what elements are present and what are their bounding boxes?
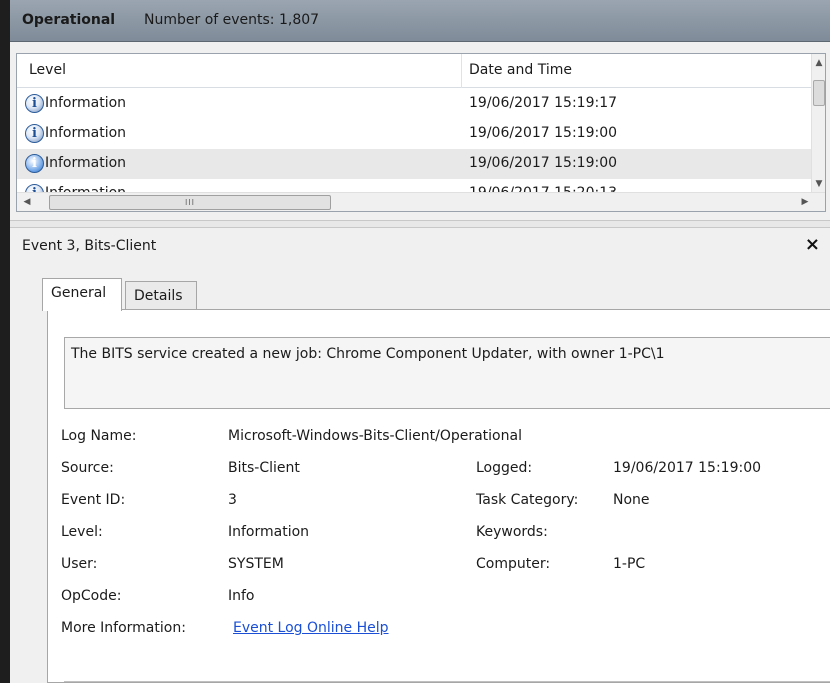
- column-header-date-time[interactable]: Date and Time: [469, 62, 572, 78]
- logged-value: 19/06/2017 15:19:00: [613, 460, 762, 476]
- table-row[interactable]: i Information 19/06/2017 15:19:17: [17, 89, 813, 119]
- source-label: Source:: [61, 460, 114, 476]
- event-id-label: Event ID:: [61, 492, 126, 508]
- list-column-header: Level Date and Time: [17, 54, 813, 88]
- log-header-bar: Operational Number of events: 1,807: [10, 0, 830, 42]
- user-value: SYSTEM: [228, 556, 284, 572]
- task-category-label: Task Category:: [476, 492, 579, 508]
- event-message[interactable]: The BITS service created a new job: Chro…: [64, 337, 830, 409]
- opcode-value: Info: [228, 588, 255, 604]
- computer-label: Computer:: [476, 556, 551, 572]
- log-name-value: Microsoft-Windows-Bits-Client/Operationa…: [228, 428, 522, 444]
- row-datetime: 19/06/2017 15:19:00: [469, 155, 618, 171]
- tab-general[interactable]: General: [42, 278, 122, 311]
- scroll-left-arrow-icon[interactable]: ◀: [19, 193, 35, 211]
- level-value: Information: [228, 524, 310, 540]
- table-row[interactable]: i Information 19/06/2017 15:19:00: [17, 119, 813, 149]
- table-row-selected[interactable]: i Information 19/06/2017 15:19:00: [17, 149, 813, 179]
- event-viewer-window: Operational Number of events: 1,807 Leve…: [10, 0, 830, 683]
- opcode-label: OpCode:: [61, 588, 122, 604]
- information-icon: i: [25, 154, 44, 173]
- pane-splitter[interactable]: [10, 220, 830, 228]
- row-level: Information: [45, 155, 127, 171]
- computer-value: 1-PC: [613, 556, 646, 572]
- task-category-value: None: [613, 492, 650, 508]
- scroll-down-arrow-icon[interactable]: ▼: [812, 175, 826, 193]
- event-count: Number of events: 1,807: [144, 12, 320, 28]
- vertical-scroll-thumb[interactable]: [813, 80, 825, 106]
- row-level: Information: [45, 125, 127, 141]
- event-rows: i Information 19/06/2017 15:19:17 i Info…: [17, 89, 813, 193]
- information-icon: i: [25, 124, 44, 143]
- event-properties: Log Name: Microsoft-Windows-Bits-Client/…: [61, 428, 821, 668]
- row-level: Information: [45, 95, 127, 111]
- more-information-label: More Information:: [61, 620, 186, 636]
- scroll-up-arrow-icon[interactable]: ▲: [812, 54, 826, 72]
- log-title: Operational: [22, 12, 116, 28]
- close-icon[interactable]: ×: [805, 234, 820, 255]
- panel-divider: [64, 681, 830, 682]
- logged-label: Logged:: [476, 460, 533, 476]
- vertical-scrollbar[interactable]: ▲ ▼: [811, 54, 825, 193]
- level-label: Level:: [61, 524, 103, 540]
- keywords-label: Keywords:: [476, 524, 548, 540]
- source-value: Bits-Client: [228, 460, 300, 476]
- general-tab-panel: The BITS service created a new job: Chro…: [47, 309, 830, 683]
- event-details-title: Event 3, Bits-Client: [22, 238, 157, 254]
- information-icon: i: [25, 94, 44, 113]
- event-id-value: 3: [228, 492, 237, 508]
- event-log-online-help-link[interactable]: Event Log Online Help: [233, 620, 389, 636]
- log-name-label: Log Name:: [61, 428, 137, 444]
- column-header-level[interactable]: Level: [29, 62, 66, 78]
- scroll-right-arrow-icon[interactable]: ▶: [797, 193, 813, 211]
- row-datetime: 19/06/2017 15:19:00: [469, 125, 618, 141]
- horizontal-scroll-thumb[interactable]: III: [49, 195, 331, 210]
- table-row[interactable]: i Information 19/06/2017 15:20:13: [17, 179, 813, 193]
- horizontal-scrollbar[interactable]: ◀ III ▶: [17, 192, 825, 211]
- column-divider[interactable]: [461, 54, 462, 88]
- row-datetime: 19/06/2017 15:19:17: [469, 95, 618, 111]
- event-list: Level Date and Time i Information 19/06/…: [16, 53, 826, 212]
- tab-details[interactable]: Details: [125, 281, 197, 310]
- user-label: User:: [61, 556, 98, 572]
